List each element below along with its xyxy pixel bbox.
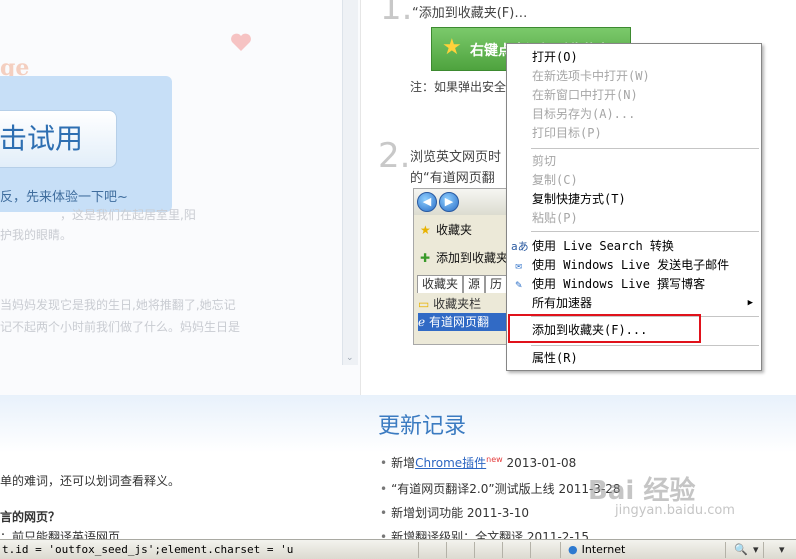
star-icon: ★ <box>442 35 462 60</box>
menu-item-open-new-tab[interactable]: 在新选项卡中打开(W) <box>507 67 761 86</box>
favorites-tabs: 收藏夹源历 <box>417 275 512 293</box>
update-item: • 新增划词功能 2011-3-10 <box>380 506 530 520</box>
step-number: 2. <box>378 136 411 176</box>
forward-icon: ▶ <box>439 192 459 212</box>
step-text: “添加到收藏夹(F)… <box>412 6 528 21</box>
favorites-bar-item: ▭ 收藏夹栏 <box>418 297 482 311</box>
menu-item-print-target[interactable]: 打印目标(P) <box>507 124 761 143</box>
menu-item-open-new-window[interactable]: 在新窗口中打开(N) <box>507 86 761 105</box>
menu-item-properties[interactable]: 属性(R) <box>507 349 761 368</box>
feature-text: 单的难词，还可以划词查看释义。 <box>0 474 181 488</box>
status-divider <box>725 542 726 558</box>
zoom-dropdown-icon[interactable]: ▾ <box>779 543 785 556</box>
faded-text-line: 记不起两个小时前我们做了什么。妈妈生日是 <box>0 320 241 334</box>
update-log-title: 更新记录 <box>378 414 467 439</box>
new-badge: new <box>486 455 503 464</box>
step-text: 的“有道网页翻 <box>410 171 495 186</box>
update-item: • 新增Chrome插件new 2013-01-08 <box>380 455 577 470</box>
menu-item-paste[interactable]: 粘贴(P) <box>507 209 761 228</box>
add-to-favorites-row: ✚ 添加到收藏夹 <box>420 251 509 265</box>
status-divider <box>560 542 561 558</box>
menu-item-live-blog[interactable]: ✎ 使用 Windows Live 撰写博客 <box>507 275 761 294</box>
baidu-watermark-url: jingyan.baidu.com <box>615 503 735 518</box>
menu-item-copy-shortcut[interactable]: 复制快捷方式(T) <box>507 190 761 209</box>
tab-feeds: 源 <box>463 275 486 293</box>
trial-button[interactable]: 击试用 <box>0 110 117 168</box>
status-divider <box>418 542 419 558</box>
scroll-down-icon[interactable]: ⌄ <box>346 353 354 363</box>
security-note: 注：如果弹出安全 <box>410 80 507 94</box>
folder-icon: ▭ <box>418 297 430 311</box>
blog-icon: ✎ <box>515 278 522 291</box>
heart-icon <box>231 33 251 51</box>
ie-toolbar: ◀ ▶ <box>414 189 512 215</box>
menu-item-live-search-translate[interactable]: aあ 使用 Live Search 转换 <box>507 237 761 256</box>
tab-favorites: 收藏夹 <box>417 275 464 293</box>
menu-separator <box>531 231 759 232</box>
menu-separator <box>531 345 759 346</box>
status-divider <box>763 542 764 558</box>
menu-separator <box>531 148 759 149</box>
status-divider <box>502 542 503 558</box>
status-divider <box>446 542 447 558</box>
tab-history: 历 <box>485 275 508 293</box>
status-divider <box>474 542 475 558</box>
menu-item-all-accelerators[interactable]: 所有加速器 ▶ <box>507 294 761 313</box>
globe-icon: ● <box>568 543 578 556</box>
status-bar: t.id = 'outfox_seed_js';element.charset … <box>0 539 796 559</box>
mail-icon: ✉ <box>515 259 522 272</box>
step-text: 浏览英文网页时 <box>410 150 502 165</box>
translate-icon: aあ <box>511 240 529 253</box>
faded-text-line: 当妈妈发现它是我的生日,她将推翻了,她忘记 <box>0 298 236 312</box>
menu-item-open[interactable]: 打开(O) <box>507 48 761 67</box>
back-icon: ◀ <box>417 192 437 212</box>
menu-item-copy[interactable]: 复制(C) <box>507 171 761 190</box>
submenu-arrow-icon: ▶ <box>747 298 753 308</box>
zoom-dropdown-icon[interactable]: ▾ <box>753 543 759 556</box>
left-page-area: ge 击试用 反，先来体验一下吧~ ，这是我们在起居室里,阳 护我的眼睛。 当妈… <box>0 0 360 395</box>
vertical-scrollbar[interactable]: ⌄ <box>342 0 358 365</box>
add-favorite-icon: ✚ <box>420 251 431 265</box>
favorites-toolbar-button: ★ 收藏夹 <box>420 223 473 237</box>
update-item: • “有道网页翻译2.0”测试版上线 2011-3-28 <box>380 482 621 496</box>
status-divider <box>530 542 531 558</box>
chrome-plugin-link[interactable]: Chrome插件 <box>415 456 486 470</box>
menu-item-cut[interactable]: 剪切 <box>507 152 761 171</box>
menu-item-save-target[interactable]: 目标另存为(A)... <box>507 105 761 124</box>
status-text: t.id = 'outfox_seed_js';element.charset … <box>2 543 294 556</box>
step-number: 1. <box>380 0 413 28</box>
highlight-annotation <box>508 314 701 343</box>
ie-screenshot: ◀ ▶ ★ 收藏夹 ✚ 添加到收藏夹 收藏夹源历 ▭ 收藏夹栏 ℯ 有道网页翻 <box>413 188 513 345</box>
faq-question: 言的网页？ <box>0 510 61 524</box>
faded-text-line: ，这是我们在起居室里,阳 <box>60 208 196 222</box>
promo-subtitle: 反，先来体验一下吧~ <box>0 190 128 205</box>
ie-page-icon: ℯ <box>418 315 426 329</box>
zoom-icon[interactable]: 🔍 <box>734 543 748 556</box>
security-zone[interactable]: ● Internet <box>568 543 625 556</box>
youdao-favorite-item: ℯ 有道网页翻 <box>418 313 512 331</box>
menu-item-live-email[interactable]: ✉ 使用 Windows Live 发送电子邮件 <box>507 256 761 275</box>
faded-text-line: 护我的眼睛。 <box>0 228 73 242</box>
baidu-watermark: Bai 经验 <box>588 476 696 506</box>
star-icon: ★ <box>420 223 431 237</box>
